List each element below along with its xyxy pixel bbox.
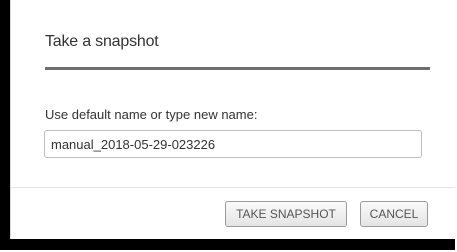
title-divider	[45, 67, 430, 70]
snapshot-name-input[interactable]	[44, 130, 422, 158]
take-snapshot-button[interactable]: TAKE SNAPSHOT	[225, 201, 347, 227]
footer-divider	[11, 187, 455, 188]
dialog-title: Take a snapshot	[45, 33, 159, 50]
snapshot-name-label: Use default name or type new name:	[45, 107, 258, 122]
cancel-button[interactable]: CANCEL	[360, 201, 428, 227]
take-snapshot-dialog: Take a snapshot Use default name or type…	[10, 0, 455, 239]
